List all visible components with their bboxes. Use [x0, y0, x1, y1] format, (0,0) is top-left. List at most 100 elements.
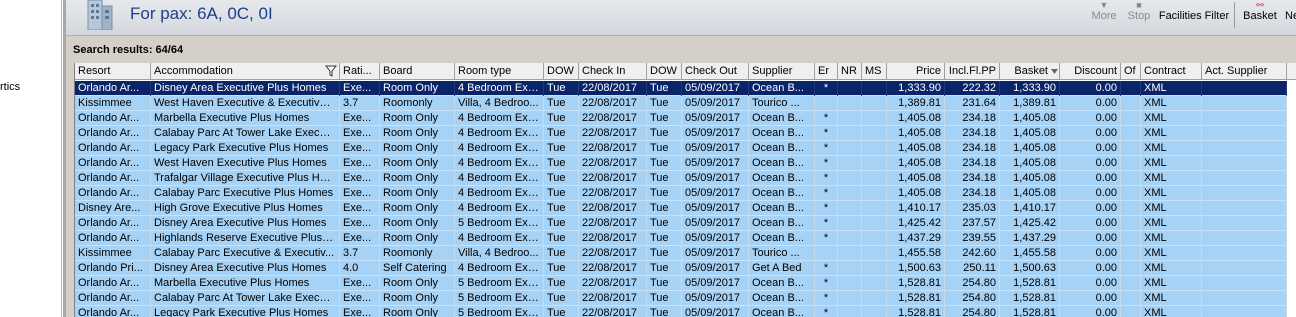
column-header-label: NR — [841, 65, 857, 77]
col-discount-cell: 0.00 — [1060, 171, 1121, 186]
more-icon: ▼ — [1099, 0, 1109, 10]
col-board-header[interactable]: Board — [380, 63, 455, 80]
col-price-header[interactable]: Price — [887, 63, 945, 80]
col-nr-cell — [838, 231, 862, 246]
table-row[interactable]: Orlando Ar... Calabay Parc At Tower Lake … — [75, 126, 1287, 141]
col-supplier-cell: Ocean B... — [749, 81, 815, 96]
facilities-filter-button[interactable]: Facilities Filter — [1158, 0, 1230, 30]
col-check-out-cell: 05/09/2017 — [682, 96, 749, 111]
col-dow-in-cell: Tue — [544, 216, 579, 231]
col-room-type-cell: 5 Bedroom Exe... — [455, 216, 544, 231]
col-accommodation-cell: Disney Area Executive Plus Homes — [151, 81, 340, 96]
col-contract-cell: XML — [1141, 291, 1202, 306]
table-row[interactable]: Orlando Ar... West Haven Executive Plus H… — [75, 156, 1287, 171]
col-incl-fl-pp-cell: 231.64 — [945, 96, 1000, 111]
col-discount-header[interactable]: Discount — [1060, 63, 1121, 80]
col-check-out-cell: 05/09/2017 — [682, 216, 749, 231]
col-ms-cell — [862, 231, 887, 246]
col-contract-header[interactable]: Contract — [1141, 63, 1202, 80]
hotel-building-icon — [87, 0, 113, 30]
table-row[interactable]: Kissimmee Calabay Parc Executive & Execut… — [75, 246, 1287, 261]
table-row[interactable]: Orlando Ar... Marbella Executive Plus Hom… — [75, 111, 1287, 126]
col-dow-out-header[interactable]: DOW — [647, 63, 682, 80]
col-basket-cell: 1,405.08 — [1000, 156, 1060, 171]
col-incl-fl-pp-cell: 254.80 — [945, 291, 1000, 306]
table-row[interactable]: Orlando Ar... Legacy Park Executive Plus … — [75, 306, 1287, 317]
col-accommodation-cell: Calabay Parc At Tower Lake Execut... — [151, 291, 340, 306]
column-header-label: DOW — [547, 65, 574, 77]
table-row[interactable]: Orlando Ar... Legacy Park Executive Plus … — [75, 141, 1287, 156]
basket-button[interactable]: ⚯ Basket — [1240, 0, 1280, 30]
col-room-type-header[interactable]: Room type — [455, 63, 544, 80]
col-board-cell: Roomonly — [380, 96, 455, 111]
col-ms-cell — [862, 171, 887, 186]
col-check-out-header[interactable]: Check Out — [682, 63, 749, 80]
table-row[interactable]: Orlando Ar... Calabay Parc Executive Plus… — [75, 186, 1287, 201]
col-check-in-cell: 22/08/2017 — [579, 171, 647, 186]
table-row[interactable]: Orlando Ar... Trafalgar Village Executive… — [75, 171, 1287, 186]
table-row[interactable]: Kissimmee West Haven Executive & Executiv… — [75, 96, 1287, 111]
col-nr-cell — [838, 141, 862, 156]
col-nr-cell — [838, 246, 862, 261]
col-board-cell: Self Catering — [380, 261, 455, 276]
col-basket-header[interactable]: Basket — [1000, 63, 1060, 80]
col-of-cell — [1121, 141, 1141, 156]
col-check-out-cell: 05/09/2017 — [682, 126, 749, 141]
col-dow-in-cell: Tue — [544, 81, 579, 96]
col-supplier-header[interactable]: Supplier — [749, 63, 815, 80]
col-ms-header[interactable]: MS — [862, 63, 887, 80]
col-act-supplier-cell — [1202, 201, 1287, 216]
col-dow-in-header[interactable]: DOW — [544, 63, 579, 80]
col-rating-header[interactable]: Rati... — [340, 63, 380, 80]
next-button[interactable]: Ne — [1285, 0, 1296, 30]
col-resort-cell: Disney Are... — [75, 201, 151, 216]
col-dow-out-cell: Tue — [647, 276, 682, 291]
table-row[interactable]: Orlando Ar... Marbella Executive Plus Hom… — [75, 276, 1287, 291]
col-check-in-header[interactable]: Check In — [579, 63, 647, 80]
col-of-header[interactable]: Of — [1121, 63, 1141, 80]
table-row[interactable]: Disney Are... High Grove Executive Plus H… — [75, 201, 1287, 216]
col-ms-cell — [862, 201, 887, 216]
column-header-label: Room type — [458, 65, 512, 77]
column-header-label: Rati... — [343, 65, 372, 77]
col-contract-cell: XML — [1141, 156, 1202, 171]
col-of-cell — [1121, 261, 1141, 276]
column-filter-icon[interactable] — [325, 65, 337, 77]
col-ms-cell — [862, 306, 887, 317]
more-button[interactable]: ▼ More — [1088, 0, 1120, 30]
col-nr-cell — [838, 81, 862, 96]
table-row[interactable]: Orlando Ar... Highlands Reserve Executive… — [75, 231, 1287, 246]
table-row[interactable]: Orlando Pri... Disney Area Executive Plus… — [75, 261, 1287, 276]
col-basket-cell: 1,528.81 — [1000, 276, 1060, 291]
col-nr-header[interactable]: NR — [838, 63, 862, 80]
col-act-supplier-cell — [1202, 276, 1287, 291]
col-er-cell: * — [815, 276, 838, 291]
col-check-in-cell: 22/08/2017 — [579, 81, 647, 96]
col-er-header[interactable]: Er — [815, 63, 838, 80]
col-act-supplier-header[interactable]: Act. Supplier — [1202, 63, 1287, 80]
col-price-cell: 1,410.17 — [887, 201, 945, 216]
col-incl-fl-pp-header[interactable]: Incl.Fl.PP — [945, 63, 1000, 80]
column-header-label: Act. Supplier — [1205, 65, 1268, 77]
col-resort-cell: Orlando Pri... — [75, 261, 151, 276]
table-row[interactable]: Orlando Ar... Calabay Parc At Tower Lake … — [75, 291, 1287, 306]
col-board-cell: Room Only — [380, 306, 455, 317]
column-header-label: Incl.Fl.PP — [948, 65, 996, 77]
table-row-selected[interactable]: Orlando Ar... Disney Area Executive Plus … — [75, 81, 1287, 96]
col-accommodation-header[interactable]: Accommodation — [151, 63, 340, 80]
col-resort-header[interactable]: Resort — [75, 63, 151, 80]
col-incl-fl-pp-cell: 234.18 — [945, 126, 1000, 141]
col-basket-cell: 1,528.81 — [1000, 291, 1060, 306]
col-er-cell — [815, 96, 838, 111]
col-dow-out-cell: Tue — [647, 216, 682, 231]
stop-button[interactable]: ■ Stop — [1124, 0, 1154, 30]
col-of-cell — [1121, 96, 1141, 111]
col-er-cell: * — [815, 126, 838, 141]
col-discount-cell: 0.00 — [1060, 231, 1121, 246]
col-ms-cell — [862, 156, 887, 171]
table-row[interactable]: Orlando Ar... Disney Area Executive Plus … — [75, 216, 1287, 231]
col-check-in-cell: 22/08/2017 — [579, 276, 647, 291]
col-of-cell — [1121, 171, 1141, 186]
col-act-supplier-cell — [1202, 96, 1287, 111]
col-act-supplier-cell — [1202, 186, 1287, 201]
